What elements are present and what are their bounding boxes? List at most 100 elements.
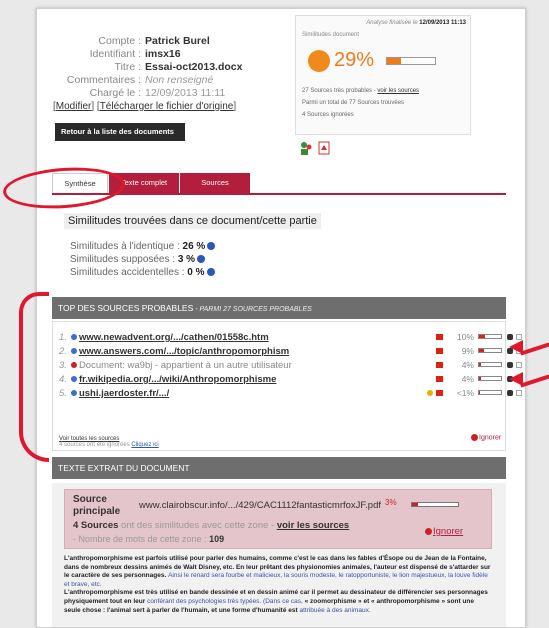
analysis-date-label: Analyse finalisée le [366, 20, 418, 26]
analysis-date: Analyse finalisée le 12/09/2013 11:13 [366, 20, 466, 26]
info-icon[interactable] [206, 268, 215, 277]
similarity-label: Similitudes document [302, 32, 360, 38]
highlighted-segment: attribuée à des animaux. [299, 606, 371, 614]
source-bar-fill [479, 335, 485, 338]
similarity-progress-fill [387, 58, 401, 64]
view-sources-link[interactable]: voir les sources [377, 88, 419, 94]
source-percent: 4% [461, 374, 474, 384]
source-checkbox[interactable] [516, 390, 522, 396]
identical-label: Similitudes à l'identique : [70, 241, 180, 252]
info-icon[interactable] [207, 242, 216, 251]
accidental-value: 0 % [187, 267, 205, 278]
extracted-text: L'anthropomorphisme est parfois utilisé … [64, 555, 492, 615]
source-bar [478, 390, 502, 395]
title-label: Titre : [114, 61, 141, 73]
modify-link[interactable]: Modifier [56, 101, 92, 112]
account-value: Patrick Burel [145, 35, 210, 47]
source-number: 5. [59, 388, 67, 399]
flag-icon [436, 334, 443, 340]
source-bar-fill [479, 377, 482, 380]
principal-source-percent: 3% [385, 498, 397, 507]
supposed-stat: Similitudes supposées : 3 % [70, 254, 206, 265]
highlighted-segment: conférant des psychologies très typées. … [147, 597, 303, 605]
accidental-stat: Similitudes accidentelles : 0 % [70, 267, 215, 278]
document-metadata: Compte : Patrick Burel Identifiant : imsx1… [41, 35, 291, 100]
identical-stat: Similitudes à l'identique : 26 % [70, 241, 216, 252]
ignore-button[interactable]: Ignorer [471, 434, 501, 441]
identical-value: 26 % [182, 241, 206, 252]
close-icon [425, 527, 432, 535]
source-bar [478, 334, 502, 339]
source-bar [478, 348, 502, 353]
report-page: Compte : Patrick Burel Identifiant : imsx1… [36, 8, 526, 628]
probable-sources-text: 27 Sources très probables - [302, 88, 378, 94]
info-icon[interactable] [197, 255, 206, 264]
red-arrowhead-annotation [509, 340, 523, 354]
source-item: 1. www.newadvent.org/.../cathen/01558c.ht… [59, 332, 269, 343]
sources-count-line: 4 Sources ont des similitudes avec cette… [73, 520, 349, 531]
supposed-label: Similitudes supposées : [70, 254, 176, 265]
similarity-progress-bar [386, 57, 436, 65]
back-to-list-button[interactable]: Retour à la liste des documents [55, 123, 185, 141]
top-sources-title: TOP DES SOURCES PROBABLES [58, 303, 194, 313]
source-item: 5. ushi.jaerdoster.fr/.../ [59, 388, 169, 399]
source-percent: 4% [461, 360, 474, 370]
synthesis-title: Similitudes trouvées dans ce document/ce… [64, 213, 321, 229]
tab-sources[interactable]: Sources [180, 173, 250, 193]
word-count-value: 109 [209, 534, 225, 544]
analysis-date-value: 12/09/2013 11:13 [419, 20, 466, 26]
flag-icon [436, 362, 443, 368]
principal-source-label: Source principale [73, 494, 121, 517]
ignore-zone-button[interactable]: Ignorer [425, 526, 463, 537]
synthesis-panel: Similitudes trouvées dans ce document/ce… [52, 195, 506, 291]
flag-icon [436, 348, 443, 354]
identifier-value: imsx16 [145, 48, 181, 60]
source-link[interactable]: fr.wikipedia.org/.../wiki/Anthropomorphi… [79, 374, 276, 385]
click-here-link[interactable]: Cliquez ici [131, 442, 158, 448]
flag-icon [436, 390, 443, 396]
title-value: Essai-oct2013.docx [145, 61, 243, 73]
principal-source-url[interactable]: www.clairobscur.info/.../429/CAC1112fant… [139, 500, 381, 511]
extract-panel: Source principale www.clairobscur.info/.… [52, 483, 506, 627]
analysis-panel: Analyse finalisée le 12/09/2013 11:13 Si… [295, 15, 471, 135]
source-percent: 10% [456, 332, 474, 342]
people-icon[interactable] [299, 141, 313, 155]
identifier-label: Identifiant : [89, 48, 141, 60]
view-zone-sources-link[interactable]: voir les sources [277, 520, 349, 531]
ignored-sources-note: 4 sources ont été ignorées Cliquez ici [59, 442, 159, 448]
source-link[interactable]: www.answers.com/.../topic/anthropomorphi… [79, 346, 289, 357]
source-bar-fill [479, 363, 482, 366]
ignore-zone-label: Ignorer [433, 526, 464, 537]
comments-label: Commentaires : [66, 74, 141, 86]
close-icon [471, 434, 478, 441]
source-bar [478, 376, 502, 381]
similarity-circle-icon [308, 50, 330, 72]
eye-icon[interactable] [507, 362, 513, 368]
source-link[interactable]: www.newadvent.org/.../cathen/01558c.htm [79, 332, 269, 343]
comments-value: Non renseigné [145, 74, 214, 86]
source-number: 3. [59, 360, 67, 371]
red-bracket-annotation [19, 292, 49, 462]
source-link[interactable]: ushi.jaerdoster.fr/.../ [79, 388, 169, 399]
ignore-label: Ignorer [479, 434, 502, 442]
pdf-export-icon[interactable] [317, 141, 331, 155]
ignored-sources-text: 4 sources ont été ignorées [59, 442, 132, 448]
source-text: Document: wa9bj - appartient à un autre … [78, 360, 292, 371]
web-icon [70, 390, 77, 396]
probable-sources-line: 27 Sources très probables - voir les sou… [302, 88, 419, 94]
sources-count-text: ont des similitudes avec cette zone - [118, 520, 277, 531]
document-links: [Modifier] [Télécharger le fichier d'ori… [53, 101, 237, 112]
eye-icon[interactable] [507, 390, 513, 396]
loaded-label: Chargé le : [89, 87, 141, 99]
source-number: 4. [59, 374, 67, 385]
sources-count: 4 Sources [73, 520, 119, 531]
source-percent: 9% [461, 346, 474, 356]
see-all-sources: Voir toutes les sources 4 sources ont ét… [59, 436, 159, 448]
source-checkbox[interactable] [516, 362, 522, 368]
red-arrowhead-annotation [509, 372, 523, 386]
loaded-value: 12/09/2013 11:11 [145, 87, 226, 99]
source-number: 2. [59, 346, 67, 357]
source-bar-fill [479, 391, 480, 394]
source-percent: <1% [456, 388, 474, 398]
download-original-link[interactable]: Télécharger le fichier d'origine [100, 101, 234, 112]
